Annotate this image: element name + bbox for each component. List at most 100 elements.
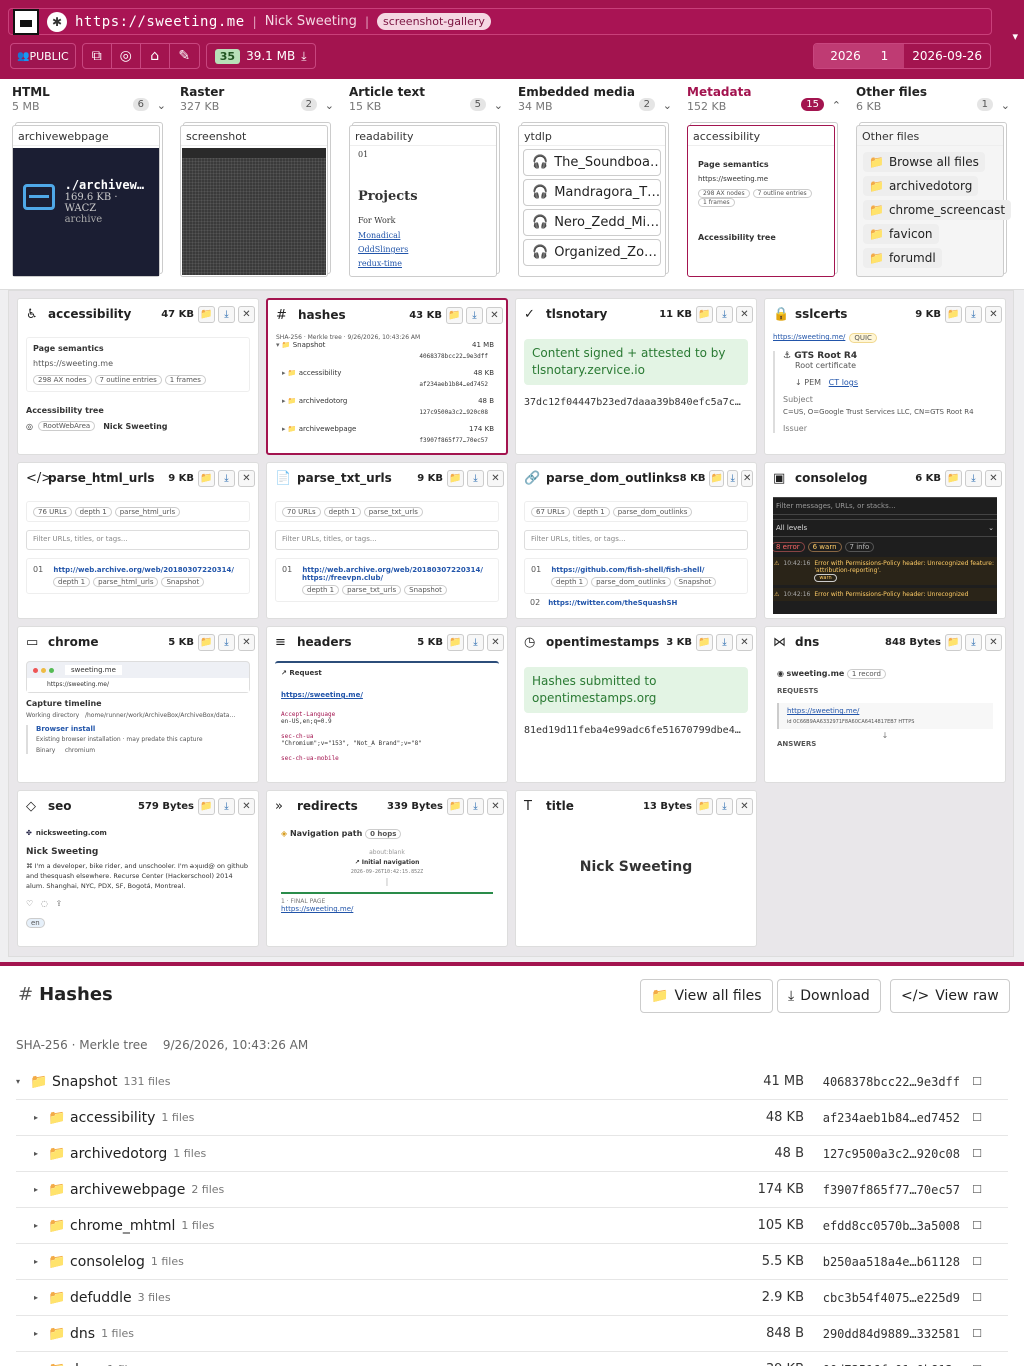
tile-opentimestamps[interactable]: ◷ opentimestamps 3 KB 📁 ⤓ ✕ Hashes submi… — [515, 626, 757, 783]
chevron-right-icon[interactable]: ▸ — [34, 1149, 48, 1158]
hash-tree-row[interactable]: ▸ 📁 consolelog 1 files 5.5 KB b250aa518a… — [16, 1244, 1008, 1280]
file-chip[interactable]: 📁 favicon — [863, 224, 939, 244]
media-item[interactable]: 🎧 Nero_Zedd_Mi… — [523, 209, 661, 236]
close-icon[interactable]: ✕ — [985, 305, 1002, 323]
hash-row[interactable]: ▸ 📁 accessibility 48 KB af234aeb1b84…ed7… — [276, 369, 498, 397]
download-icon[interactable]: ⤓ — [218, 633, 235, 651]
copy-icon[interactable]: ☐ — [972, 1147, 982, 1160]
folder-icon[interactable]: 📁 — [696, 305, 713, 323]
hash-row[interactable]: ▾ 📁 Snapshot 41 MB 4068378bcc22…9e3dff — [276, 341, 498, 369]
category-card[interactable]: screenshot — [180, 125, 328, 277]
folder-icon[interactable]: 📁 — [945, 305, 962, 323]
comment-icon[interactable]: ◌ — [41, 899, 48, 908]
close-icon[interactable]: ✕ — [238, 633, 255, 651]
pem-button[interactable]: ↓ PEM — [795, 378, 821, 387]
download-icon[interactable]: ⤓ — [218, 469, 235, 487]
download-icon[interactable]: ⤓ — [218, 797, 235, 815]
url-link[interactable]: https://twitter.com/theSquashSH — [548, 599, 677, 607]
url-filter-input[interactable]: Filter URLs, titles, or tags... — [275, 530, 499, 550]
folder-icon[interactable]: 📁 — [447, 633, 464, 651]
chevron-down-icon[interactable]: ⌄ — [663, 99, 672, 112]
article-link[interactable]: redux-time — [358, 259, 488, 268]
hash-row[interactable]: ▸ 📁 archivewebpage 174 KB f3907f865f77…7… — [276, 425, 498, 449]
close-icon[interactable]: ✕ — [736, 797, 753, 815]
chevron-right-icon[interactable]: ▸ — [34, 1221, 48, 1230]
url-link[interactable]: https://freevpn.club/ — [302, 574, 492, 582]
console-filter-input[interactable]: Filter messages, URLs, or stacks… — [773, 497, 997, 515]
hash-tree-row[interactable]: ▸ 📁 dom 1 files 39 KB 00d73516fc01…0b813… — [16, 1352, 1008, 1366]
copy-icon[interactable]: ☐ — [972, 1327, 982, 1340]
file-chip[interactable]: 📁 archivedotorg — [863, 176, 979, 196]
tile-chrome[interactable]: ▭ chrome 5 KB 📁 ⤓ ✕ sweeting.me https://… — [17, 626, 259, 783]
folder-icon[interactable]: 📁 — [447, 469, 464, 487]
folder-icon[interactable]: 📁 — [696, 633, 713, 651]
folder-icon[interactable]: 📁 — [198, 305, 215, 323]
download-icon[interactable]: ⤓ — [965, 633, 982, 651]
dns-url[interactable]: https://sweeting.me/ — [787, 707, 985, 715]
hash-tree-row[interactable]: ▸ 📁 dns 1 files 848 B 290dd84d9889…33258… — [16, 1316, 1008, 1352]
url-row[interactable]: 01 https://github.com/fish-shell/fish-sh… — [524, 558, 748, 594]
folder-icon[interactable]: 📁 — [945, 469, 962, 487]
tile-dns[interactable]: ⋈ dns 848 Bytes 📁 ⤓ ✕ ◉ sweeting.me 1 re… — [764, 626, 1006, 783]
tile-headers[interactable]: ≡ headers 5 KB 📁 ⤓ ✕ ↗ Request https://s… — [266, 626, 508, 783]
copy-icon[interactable]: ☐ — [972, 1219, 982, 1232]
close-icon[interactable]: ✕ — [736, 305, 753, 323]
hash-tree-row[interactable]: ▾ 📁 Snapshot 131 files 41 MB 4068378bcc2… — [16, 1064, 1008, 1100]
close-icon[interactable]: ✕ — [238, 469, 255, 487]
category-card[interactable]: accessibility Page semantics https://swe… — [687, 125, 835, 277]
copy-icon[interactable]: ☐ — [972, 1255, 982, 1268]
chevron-right-icon[interactable]: ▸ — [34, 1113, 48, 1122]
hash-row[interactable]: ▸ 📁 archivedotorg 48 B 127c9500a3c2…920c… — [276, 397, 498, 425]
tile-sslcerts[interactable]: 🔒 sslcerts 9 KB 📁 ⤓ ✕ https://sweeting.m… — [764, 298, 1006, 455]
size-download-button[interactable]: 35 39.1 MB ⤓ — [205, 43, 316, 69]
tile-accessibility[interactable]: ♿ accessibility 47 KB 📁 ⤓ ✕ Page semanti… — [17, 298, 259, 455]
archivebox-logo[interactable] — [13, 8, 39, 35]
close-icon[interactable]: ✕ — [985, 633, 1002, 651]
cert-url[interactable]: https://sweeting.me/ — [773, 333, 845, 343]
url-link[interactable]: http://web.archive.org/web/2018030722031… — [53, 566, 234, 574]
close-icon[interactable]: ✕ — [985, 469, 1002, 487]
folder-icon[interactable]: 📁 — [446, 306, 463, 324]
article-link[interactable]: OddSlingers — [358, 245, 488, 254]
category-card[interactable]: archivewebpage ./archivew… 169.6 KB · WA… — [12, 125, 160, 277]
close-icon[interactable]: ✕ — [487, 469, 504, 487]
url-filter-input[interactable]: Filter URLs, titles, or tags... — [524, 530, 748, 550]
url-row[interactable]: 01 http://web.archive.org/web/2018030722… — [26, 558, 250, 594]
folder-icon[interactable]: 📁 — [696, 797, 713, 815]
copy-icon[interactable]: ⧉ — [83, 44, 112, 68]
media-item[interactable]: 🎧 Organized_Zo… — [523, 239, 661, 266]
media-item[interactable]: 🎧 Mandragora_T… — [523, 179, 661, 206]
url-row[interactable]: 01 http://web.archive.org/web/2018030722… — [275, 558, 499, 602]
tile-redirects[interactable]: » redirects 339 Bytes 📁 ⤓ ✕ ◈ Navigation… — [266, 790, 508, 947]
tile-tlsnotary[interactable]: ✓ tlsnotary 11 KB 📁 ⤓ ✕ Content signed +… — [515, 298, 757, 455]
expand-caret-icon[interactable]: ▾ — [1012, 30, 1018, 43]
close-icon[interactable]: ✕ — [487, 797, 504, 815]
copy-icon[interactable]: ☐ — [972, 1291, 982, 1304]
download-icon[interactable]: ⤓ — [726, 469, 739, 487]
download-icon[interactable]: ⤓ — [467, 797, 484, 815]
public-button[interactable]: 👥 PUBLIC — [10, 43, 76, 69]
download-icon[interactable]: ⤓ — [716, 797, 733, 815]
download-icon[interactable]: ⤓ — [467, 469, 484, 487]
globe-icon[interactable]: ◎ — [112, 44, 141, 68]
chevron-down-icon[interactable]: ⌄ — [494, 99, 503, 112]
chevron-right-icon[interactable]: ▸ — [34, 1257, 48, 1266]
media-item[interactable]: 🎧 The_Soundboa… — [523, 149, 661, 176]
file-chip[interactable]: 📁 Browse all files — [863, 152, 985, 172]
chevron-right-icon[interactable]: ▸ — [34, 1185, 48, 1194]
hash-tree-row[interactable]: ▸ 📁 defuddle 3 files 2.9 KB cbc3b54f4075… — [16, 1280, 1008, 1316]
tile-consolelog[interactable]: ▣ consolelog 6 KB 📁 ⤓ ✕ Filter messages,… — [764, 462, 1006, 619]
log-entry[interactable]: ⚠ 10:42:16 Error with Permissions-Policy h… — [773, 588, 997, 601]
view-raw-button[interactable]: </> View raw — [890, 979, 1010, 1013]
chevron-down-icon[interactable]: ▾ — [16, 1077, 30, 1086]
copy-icon[interactable]: ☐ — [972, 1075, 982, 1088]
url-bar[interactable]: ✱ https://sweeting.me | Nick Sweeting | … — [8, 8, 992, 35]
tile-parse_dom_outlinks[interactable]: 🔗 parse_dom_outlinks 8 KB 📁 ⤓ ✕ 67 URLs d… — [515, 462, 757, 619]
folder-icon[interactable]: 📁 — [198, 469, 215, 487]
download-icon[interactable]: ⤓ — [218, 305, 235, 323]
year-selector[interactable]: 2026 1 — [814, 44, 905, 68]
download-icon[interactable]: ⤓ — [716, 305, 733, 323]
hash-tree-row[interactable]: ▸ 📁 archivewebpage 2 files 174 KB f3907f… — [16, 1172, 1008, 1208]
final-url[interactable]: https://sweeting.me/ — [281, 905, 493, 913]
tile-title[interactable]: T title 13 Bytes 📁 ⤓ ✕ Nick Sweeting — [515, 790, 757, 947]
